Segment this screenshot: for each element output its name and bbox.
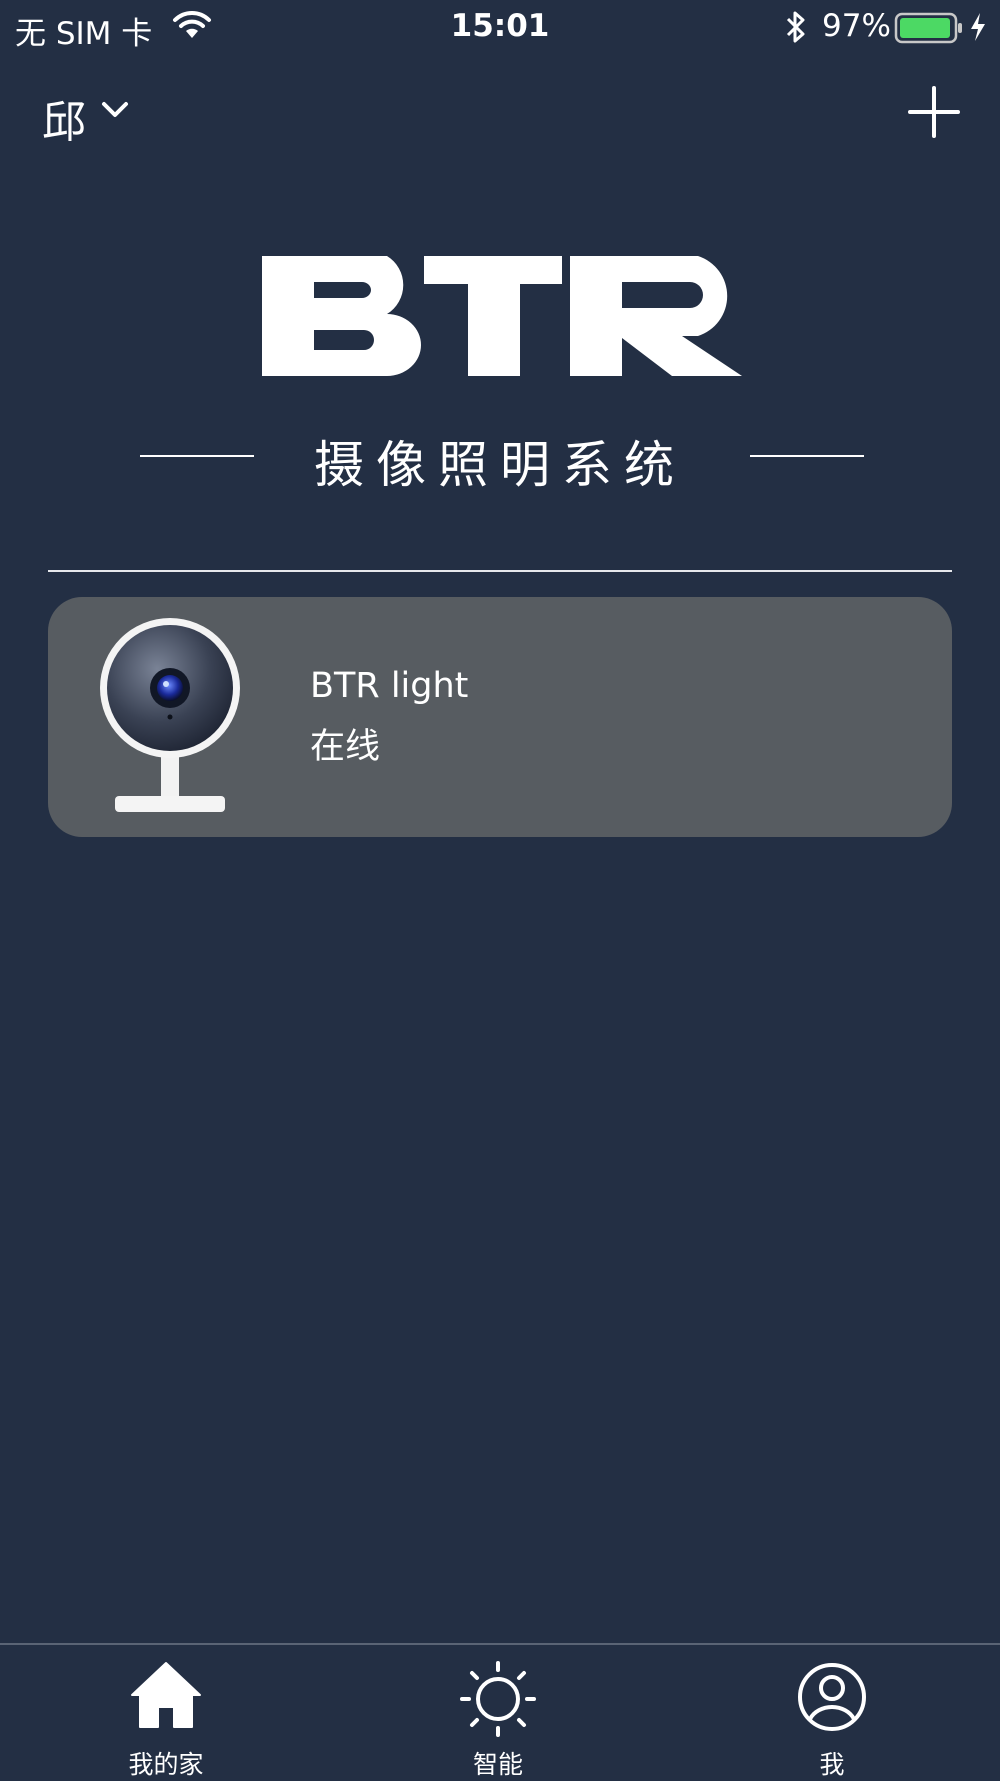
battery-percent: 97% bbox=[822, 8, 891, 44]
tab-my-home[interactable]: 我的家 bbox=[66, 1645, 266, 1779]
charging-bolt-icon bbox=[968, 12, 988, 50]
brand-tagline: 摄像照明系统 bbox=[314, 436, 686, 494]
user-icon bbox=[732, 1661, 932, 1733]
camera-device-image bbox=[95, 616, 245, 820]
sun-icon bbox=[398, 1661, 598, 1737]
chevron-down-icon[interactable] bbox=[100, 98, 130, 126]
device-status: 在线 bbox=[310, 727, 381, 767]
plus-icon bbox=[908, 86, 960, 138]
brand-logo bbox=[262, 256, 744, 380]
add-device-button[interactable] bbox=[906, 84, 962, 144]
battery-icon bbox=[894, 12, 964, 52]
tab-me[interactable]: 我 bbox=[732, 1645, 932, 1779]
status-bar: 无 SIM 卡 15:01 97% bbox=[0, 0, 1000, 58]
tab-smart[interactable]: 智能 bbox=[398, 1645, 598, 1779]
home-icon bbox=[66, 1661, 266, 1731]
section-divider bbox=[48, 570, 952, 572]
bluetooth-icon bbox=[784, 10, 808, 52]
home-selector[interactable]: 邱 bbox=[42, 86, 86, 150]
tab-label: 我 bbox=[819, 1750, 845, 1779]
tagline-rule-right bbox=[750, 455, 864, 457]
tab-label: 我的家 bbox=[128, 1750, 204, 1779]
tab-label: 智能 bbox=[472, 1750, 523, 1779]
device-name: BTR light bbox=[310, 666, 469, 706]
